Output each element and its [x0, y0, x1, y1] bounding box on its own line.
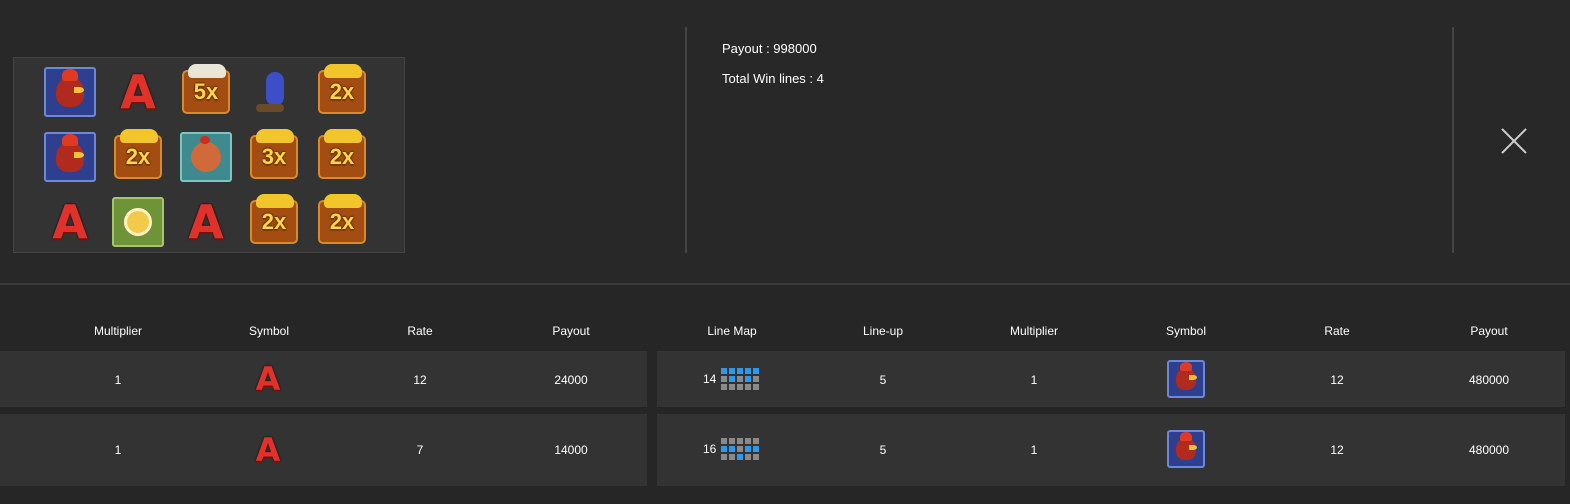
header-payout: Payout [552, 324, 590, 338]
cell-payout: 14000 [554, 443, 588, 457]
multiplier-label: 2x [329, 209, 355, 234]
symbol-a-label: A [188, 195, 224, 249]
symbol-a-label: A [120, 65, 156, 119]
symbol-multiplier-icon: 2x [314, 194, 370, 250]
symbol-a-label: A [52, 195, 88, 249]
symbol-a-label: A [255, 431, 281, 469]
cell-multiplier: 1 [1030, 373, 1038, 387]
cell-multiplier: 1 [1030, 443, 1038, 457]
line-map: 14 [703, 368, 760, 390]
multiplier-label: 2x [261, 209, 287, 234]
section-divider [0, 283, 1570, 285]
cell-payout: 480000 [1468, 373, 1510, 387]
header-payout: Payout [1470, 324, 1508, 338]
line-number: 16 [703, 442, 717, 456]
symbol-a-label: A [255, 360, 281, 398]
header-rate: Rate [1324, 324, 1350, 338]
symbol-rooster-icon [1167, 360, 1205, 398]
symbol-a-icon: A [110, 64, 166, 120]
reel-grid: A 5x 2x 2x 3x 2x A A 2x 2x [42, 64, 370, 250]
cell-payout: 480000 [1468, 443, 1510, 457]
result-panel: A 5x 2x 2x 3x 2x A A 2x 2x Payout : 998000 Total … [0, 0, 1570, 284]
line-map: 16 [703, 438, 760, 460]
cell-payout: 24000 [554, 373, 588, 387]
symbol-a-icon: A [42, 194, 98, 250]
cell-multiplier: 1 [114, 443, 122, 457]
multiplier-label: 2x [329, 144, 355, 169]
symbol-multiplier-icon: 2x [314, 64, 370, 120]
divider [1452, 27, 1454, 253]
divider [685, 27, 687, 253]
symbol-a-icon: A [248, 430, 288, 470]
symbol-multiplier-icon: 3x [246, 129, 302, 185]
reel-window: A 5x 2x 2x 3x 2x A A 2x 2x [13, 57, 405, 253]
symbol-chick-icon [110, 194, 166, 250]
symbol-multiplier-icon: 2x [314, 129, 370, 185]
symbol-worm-icon [246, 64, 302, 120]
win-summary: Payout : 998000 Total Win lines : 4 [722, 34, 824, 94]
symbol-rooster-icon [42, 129, 98, 185]
payout-total: Payout : 998000 [722, 41, 817, 56]
symbol-multiplier-icon: 2x [246, 194, 302, 250]
header-rate: Rate [407, 324, 433, 338]
multiplier-label: 2x [329, 79, 355, 104]
cell-rate: 7 [416, 443, 424, 457]
cell-rate: 12 [1330, 373, 1344, 387]
symbol-rooster-icon [1167, 430, 1205, 468]
line-map-grid-icon [721, 368, 760, 390]
win-lines-total: Total Win lines : 4 [722, 71, 824, 86]
header-symbol: Symbol [248, 324, 289, 338]
header-line-up: Line-up [862, 324, 904, 338]
cell-line-up: 5 [879, 373, 887, 387]
symbol-rooster-icon [42, 64, 98, 120]
cell-line-up: 5 [879, 443, 887, 457]
cell-multiplier: 1 [114, 373, 122, 387]
line-map-grid-icon [721, 438, 760, 460]
symbol-a-icon: A [178, 194, 234, 250]
multiplier-label: 2x [125, 144, 151, 169]
header-multiplier: Multiplier [1009, 324, 1058, 338]
header-line-map: Line Map [707, 324, 757, 338]
symbol-hen-icon [178, 129, 234, 185]
header-multiplier: Multiplier [93, 324, 142, 338]
multiplier-label: 5x [193, 79, 219, 104]
symbol-a-icon: A [248, 359, 288, 399]
cell-rate: 12 [413, 373, 427, 387]
header-symbol: Symbol [1165, 324, 1206, 338]
multiplier-label: 3x [261, 144, 287, 169]
close-icon[interactable] [1500, 127, 1528, 155]
cell-rate: 12 [1330, 443, 1344, 457]
line-number: 14 [703, 372, 717, 386]
symbol-multiplier-icon: 2x [110, 129, 166, 185]
symbol-multiplier-icon: 5x [178, 64, 234, 120]
